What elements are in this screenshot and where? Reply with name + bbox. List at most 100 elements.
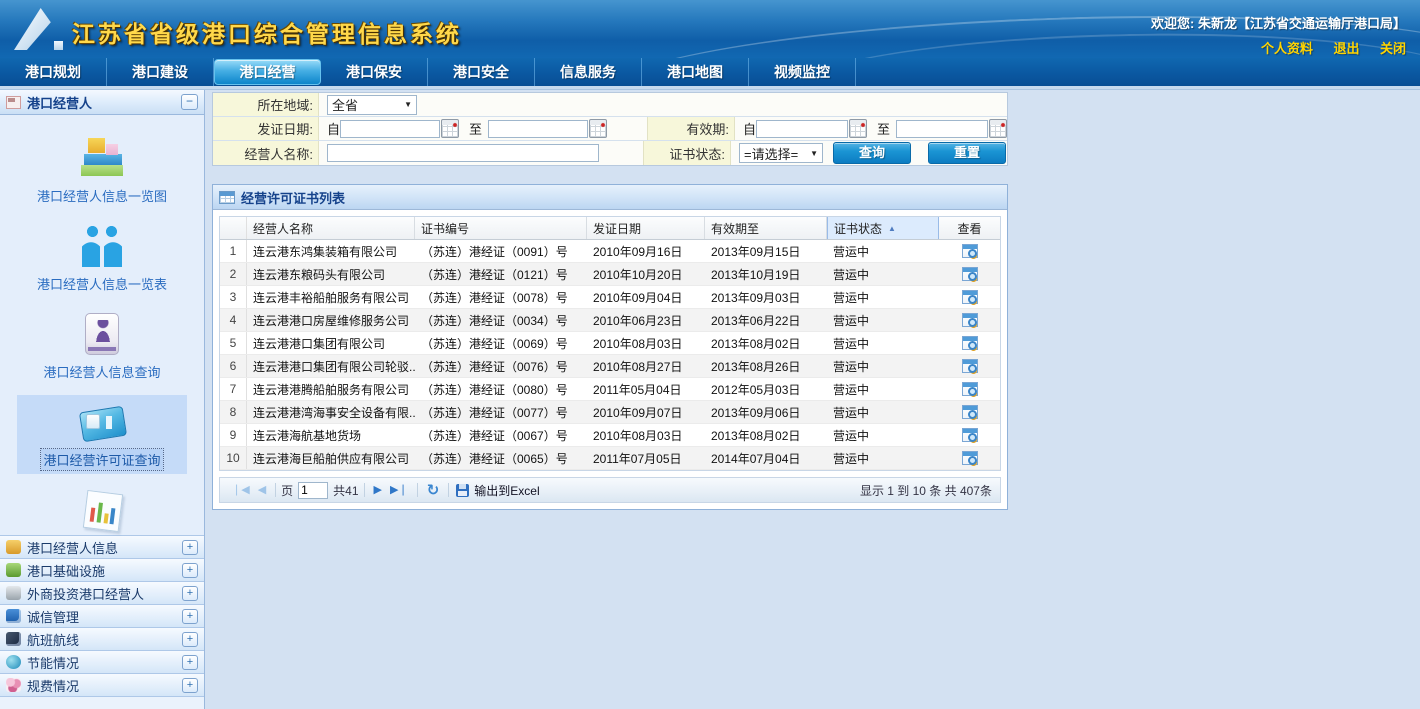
validity-from-input[interactable]: [756, 120, 848, 138]
expand-panel-button[interactable]: +: [182, 540, 198, 555]
expand-panel-button[interactable]: +: [182, 609, 198, 624]
profile-link[interactable]: 个人资料: [1261, 41, 1313, 56]
view-detail-icon[interactable]: [962, 336, 978, 350]
accordion-panel-label: 规费情况: [27, 676, 182, 695]
cell-valid-until: 2014年07月04日: [705, 447, 827, 469]
first-page-icon[interactable]: ❘◀: [232, 485, 250, 496]
last-page-icon[interactable]: ▶❘: [390, 485, 408, 496]
books-stack-icon: [79, 137, 125, 179]
nav-tab[interactable]: 信息服务: [535, 58, 642, 86]
nav-tab[interactable]: 港口地图: [642, 58, 749, 86]
sidebar-item[interactable]: 港口经营人信息查询: [17, 307, 187, 386]
cell-cert-status: 营运中: [827, 401, 939, 423]
view-detail-icon[interactable]: [962, 359, 978, 373]
cell-operator-name: 连云港港口集团有限公司: [247, 332, 415, 354]
from-label: 自: [743, 119, 756, 138]
sidebar-item[interactable]: 港口经营许可证查询: [17, 395, 187, 474]
nav-tab[interactable]: 港口安全: [428, 58, 535, 86]
refresh-icon[interactable]: ↻: [427, 481, 440, 499]
table-row[interactable]: 9 连云港海航基地货场 （苏连）港经证（0067）号 2010年08月03日 2…: [220, 424, 1000, 447]
table-row[interactable]: 10 连云港海巨船舶供应有限公司 （苏连）港经证（0065）号 2011年07月…: [220, 447, 1000, 470]
close-link[interactable]: 关闭: [1380, 41, 1406, 56]
column-header-issue-date[interactable]: 发证日期: [587, 217, 705, 239]
view-detail-icon[interactable]: [962, 244, 978, 258]
sidebar-item[interactable]: 港口经营人信息一览表: [17, 219, 187, 298]
expand-panel-button[interactable]: +: [182, 586, 198, 601]
nav-tab[interactable]: 港口规划: [0, 58, 107, 86]
query-button[interactable]: 查询: [833, 142, 911, 164]
expand-panel-button[interactable]: +: [182, 655, 198, 670]
cell-valid-until: 2013年09月03日: [705, 286, 827, 308]
cert-status-select[interactable]: =请选择= ▼: [739, 143, 823, 163]
cell-cert-no: （苏连）港经证（0069）号: [415, 332, 587, 354]
view-detail-icon[interactable]: [962, 405, 978, 419]
expand-panel-button[interactable]: +: [182, 678, 198, 693]
logout-link[interactable]: 退出: [1334, 41, 1360, 56]
issue-date-to-input[interactable]: [488, 120, 588, 138]
expand-panel-button[interactable]: +: [182, 563, 198, 578]
calendar-icon[interactable]: [989, 119, 1007, 138]
table-row[interactable]: 4 连云港港口房屋维修服务公司 （苏连）港经证（0034）号 2010年06月2…: [220, 309, 1000, 332]
sidebar-panel-header[interactable]: 港口经营人 −: [0, 90, 204, 115]
view-detail-icon[interactable]: [962, 290, 978, 304]
view-detail-icon[interactable]: [962, 313, 978, 327]
nav-tab[interactable]: 港口保安: [321, 58, 428, 86]
view-detail-icon[interactable]: [962, 428, 978, 442]
prev-page-icon[interactable]: ◀: [258, 485, 266, 496]
column-header-valid-until[interactable]: 有效期至: [705, 217, 827, 239]
cell-cert-no: （苏连）港经证（0121）号: [415, 263, 587, 285]
row-number: 4: [220, 309, 247, 331]
cell-operator-name: 连云港港口房屋维修服务公司: [247, 309, 415, 331]
app-logo: [14, 8, 66, 52]
table-row[interactable]: 8 连云港港湾海事安全设备有限... （苏连）港经证（0077）号 2010年0…: [220, 401, 1000, 424]
cell-cert-no: （苏连）港经证（0091）号: [415, 240, 587, 262]
issue-date-from-input[interactable]: [340, 120, 440, 138]
foreign-investor-icon: [6, 586, 21, 600]
export-excel-button[interactable]: 输出到Excel: [474, 482, 539, 499]
validity-to-input[interactable]: [896, 120, 988, 138]
cell-cert-no: （苏连）港经证（0080）号: [415, 378, 587, 400]
accordion-panel[interactable]: 节能情况 +: [0, 651, 204, 674]
cell-valid-until: 2013年10月19日: [705, 263, 827, 285]
nav-tab[interactable]: 视频监控: [749, 58, 856, 86]
region-select[interactable]: 全省 ▼: [327, 95, 417, 115]
column-header-cert-no[interactable]: 证书编号: [415, 217, 587, 239]
table-row[interactable]: 6 连云港港口集团有限公司轮驳... （苏连）港经证（0076）号 2010年0…: [220, 355, 1000, 378]
accordion-panel[interactable]: 港口经营人信息 +: [0, 536, 204, 559]
table-row[interactable]: 2 连云港东粮码头有限公司 （苏连）港经证（0121）号 2010年10月20日…: [220, 263, 1000, 286]
accordion-panel[interactable]: 诚信管理 +: [0, 605, 204, 628]
operator-name-input[interactable]: [327, 144, 599, 162]
view-detail-icon[interactable]: [962, 382, 978, 396]
column-header-cert-status[interactable]: 证书状态 ▲: [827, 217, 939, 239]
accordion-panel-label: 港口基础设施: [27, 561, 182, 580]
view-detail-icon[interactable]: [962, 267, 978, 281]
expand-panel-button[interactable]: +: [182, 632, 198, 647]
accordion-panel[interactable]: 外商投资港口经营人 +: [0, 582, 204, 605]
calendar-icon[interactable]: [441, 119, 459, 138]
collapse-panel-button[interactable]: −: [181, 94, 198, 110]
nav-tab-label: 港口规划: [25, 62, 81, 82]
chevron-down-icon: ▼: [810, 149, 818, 158]
calendar-icon[interactable]: [849, 119, 867, 138]
nav-tab-label: 信息服务: [560, 62, 616, 82]
accordion-panel[interactable]: 规费情况 +: [0, 674, 204, 697]
table-row[interactable]: 5 连云港港口集团有限公司 （苏连）港经证（0069）号 2010年08月03日…: [220, 332, 1000, 355]
calendar-icon[interactable]: [589, 119, 607, 138]
reset-button[interactable]: 重置: [928, 142, 1006, 164]
nav-tab[interactable]: 港口建设: [107, 58, 214, 86]
table-row[interactable]: 7 连云港港腾船舶服务有限公司 （苏连）港经证（0080）号 2011年05月0…: [220, 378, 1000, 401]
page-input[interactable]: [298, 482, 328, 499]
operator-name-label: 经营人名称:: [213, 141, 319, 165]
table-row[interactable]: 1 连云港东鸿集装箱有限公司 （苏连）港经证（0091）号 2010年09月16…: [220, 240, 1000, 263]
save-excel-icon[interactable]: [456, 484, 469, 497]
to-label: 至: [469, 119, 482, 138]
accordion-panel[interactable]: 航班航线 +: [0, 628, 204, 651]
next-page-icon[interactable]: ▶: [374, 485, 382, 496]
table-row[interactable]: 3 连云港丰裕船舶服务有限公司 （苏连）港经证（0078）号 2010年09月0…: [220, 286, 1000, 309]
accordion-panel[interactable]: 港口基础设施 +: [0, 559, 204, 582]
view-detail-icon[interactable]: [962, 451, 978, 465]
nav-tab[interactable]: 港口经营: [214, 59, 321, 85]
column-header-operator-name[interactable]: 经营人名称: [247, 217, 415, 239]
accordion-panel-label: 港口经营人信息: [27, 538, 182, 557]
sidebar-item[interactable]: 港口经营人信息一览图: [17, 131, 187, 210]
